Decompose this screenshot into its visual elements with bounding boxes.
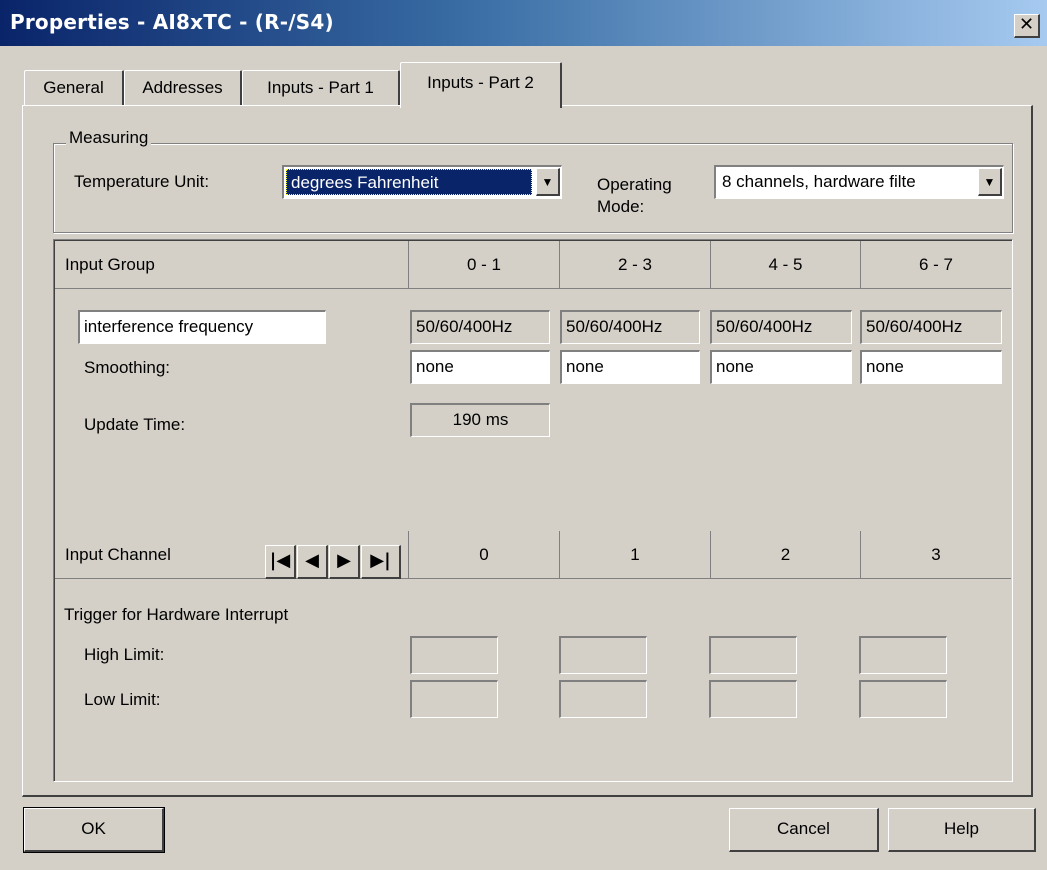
next-channel-button[interactable]: ▶	[329, 545, 360, 579]
tab-addresses[interactable]: Addresses	[124, 70, 242, 106]
window-title: Properties - AI8xTC - (R-/S4)	[10, 10, 334, 34]
input-group-col-1: 2 - 3	[560, 241, 711, 288]
temperature-unit-select[interactable]: degrees Fahrenheit ▼	[282, 165, 562, 199]
operating-mode-label-line1: Operating	[597, 175, 672, 194]
smoothing-6-7[interactable]: none	[860, 350, 1002, 384]
skip-last-icon: ▶|	[370, 550, 391, 571]
input-channel-col-0: 0	[409, 531, 560, 578]
input-group-col-2: 4 - 5	[711, 241, 861, 288]
high-limit-ch0[interactable]	[410, 636, 498, 674]
high-limit-ch2[interactable]	[709, 636, 797, 674]
update-time-label: Update Time:	[84, 415, 186, 434]
smoothing-label: Smoothing:	[84, 358, 170, 377]
tab-inputs-part-1-label: Inputs - Part 1	[267, 78, 374, 97]
operating-mode-value: 8 channels, hardware filte	[722, 172, 916, 191]
operating-mode-label-line2: Mode:	[597, 197, 645, 216]
interference-frequency-label-field[interactable]: interference frequency	[78, 310, 326, 344]
update-time-value: 190 ms	[410, 403, 550, 437]
low-limit-ch2[interactable]	[709, 680, 797, 718]
smoothing-4-5[interactable]: none	[710, 350, 852, 384]
input-group-header-label: Input Group	[55, 241, 409, 288]
high-limit-ch3[interactable]	[859, 636, 947, 674]
temperature-unit-label: Temperature Unit:	[74, 172, 210, 191]
skip-first-icon: |◀	[269, 550, 291, 571]
input-channel-col-2: 2	[711, 531, 861, 578]
dropdown-arrow-icon[interactable]: ▼	[536, 168, 560, 196]
temperature-unit-value: degrees Fahrenheit	[286, 169, 532, 195]
smoothing-2-3[interactable]: none	[560, 350, 700, 384]
interference-frequency-0-1[interactable]: 50/60/400Hz	[410, 310, 550, 344]
close-icon: ✕	[1018, 14, 1035, 35]
first-channel-button[interactable]: |◀	[265, 545, 296, 579]
last-channel-button[interactable]: ▶|	[361, 545, 401, 579]
low-limit-ch3[interactable]	[859, 680, 947, 718]
tab-addresses-label: Addresses	[142, 78, 223, 97]
tab-general[interactable]: General	[24, 70, 124, 106]
previous-icon: ◀	[305, 550, 319, 571]
input-group-header: Input Group 0 - 1 2 - 3 4 - 5 6 - 7	[55, 241, 1011, 289]
interference-frequency-6-7[interactable]: 50/60/400Hz	[860, 310, 1002, 344]
tab-inputs-part-2-label: Inputs - Part 2	[427, 73, 534, 92]
next-icon: ▶	[337, 550, 351, 571]
properties-dialog: Properties - AI8xTC - (R-/S4) ✕ General …	[0, 0, 1047, 870]
tab-inputs-part-1[interactable]: Inputs - Part 1	[242, 70, 400, 106]
low-limit-ch0[interactable]	[410, 680, 498, 718]
tab-inputs-part-2[interactable]: Inputs - Part 2	[400, 62, 562, 108]
tab-general-label: General	[43, 78, 104, 97]
title-bar[interactable]: Properties - AI8xTC - (R-/S4) ✕	[0, 0, 1047, 46]
input-group-col-0: 0 - 1	[409, 241, 560, 288]
input-channel-header: Input Channel 0 1 2 3	[55, 531, 1011, 579]
previous-channel-button[interactable]: ◀	[297, 545, 328, 579]
ok-button[interactable]: OK	[23, 807, 165, 853]
cancel-button[interactable]: Cancel	[729, 808, 879, 852]
measuring-legend: Measuring	[66, 128, 152, 148]
high-limit-label: High Limit:	[84, 645, 165, 664]
input-group-col-3: 6 - 7	[918, 255, 954, 274]
input-channel-col-1: 1	[560, 531, 711, 578]
smoothing-0-1[interactable]: none	[410, 350, 550, 384]
dropdown-arrow-icon[interactable]: ▼	[978, 168, 1002, 196]
trigger-label: Trigger for Hardware Interrupt	[64, 605, 289, 624]
input-channel-header-text: Input Channel	[65, 545, 171, 564]
operating-mode-select[interactable]: 8 channels, hardware filte ▼	[714, 165, 1004, 199]
interference-frequency-2-3[interactable]: 50/60/400Hz	[560, 310, 700, 344]
low-limit-label: Low Limit:	[84, 690, 161, 709]
help-button[interactable]: Help	[888, 808, 1036, 852]
close-button[interactable]: ✕	[1014, 14, 1040, 38]
input-channel-col-3: 3	[931, 545, 941, 564]
low-limit-ch1[interactable]	[559, 680, 647, 718]
interference-frequency-4-5[interactable]: 50/60/400Hz	[710, 310, 852, 344]
high-limit-ch1[interactable]	[559, 636, 647, 674]
